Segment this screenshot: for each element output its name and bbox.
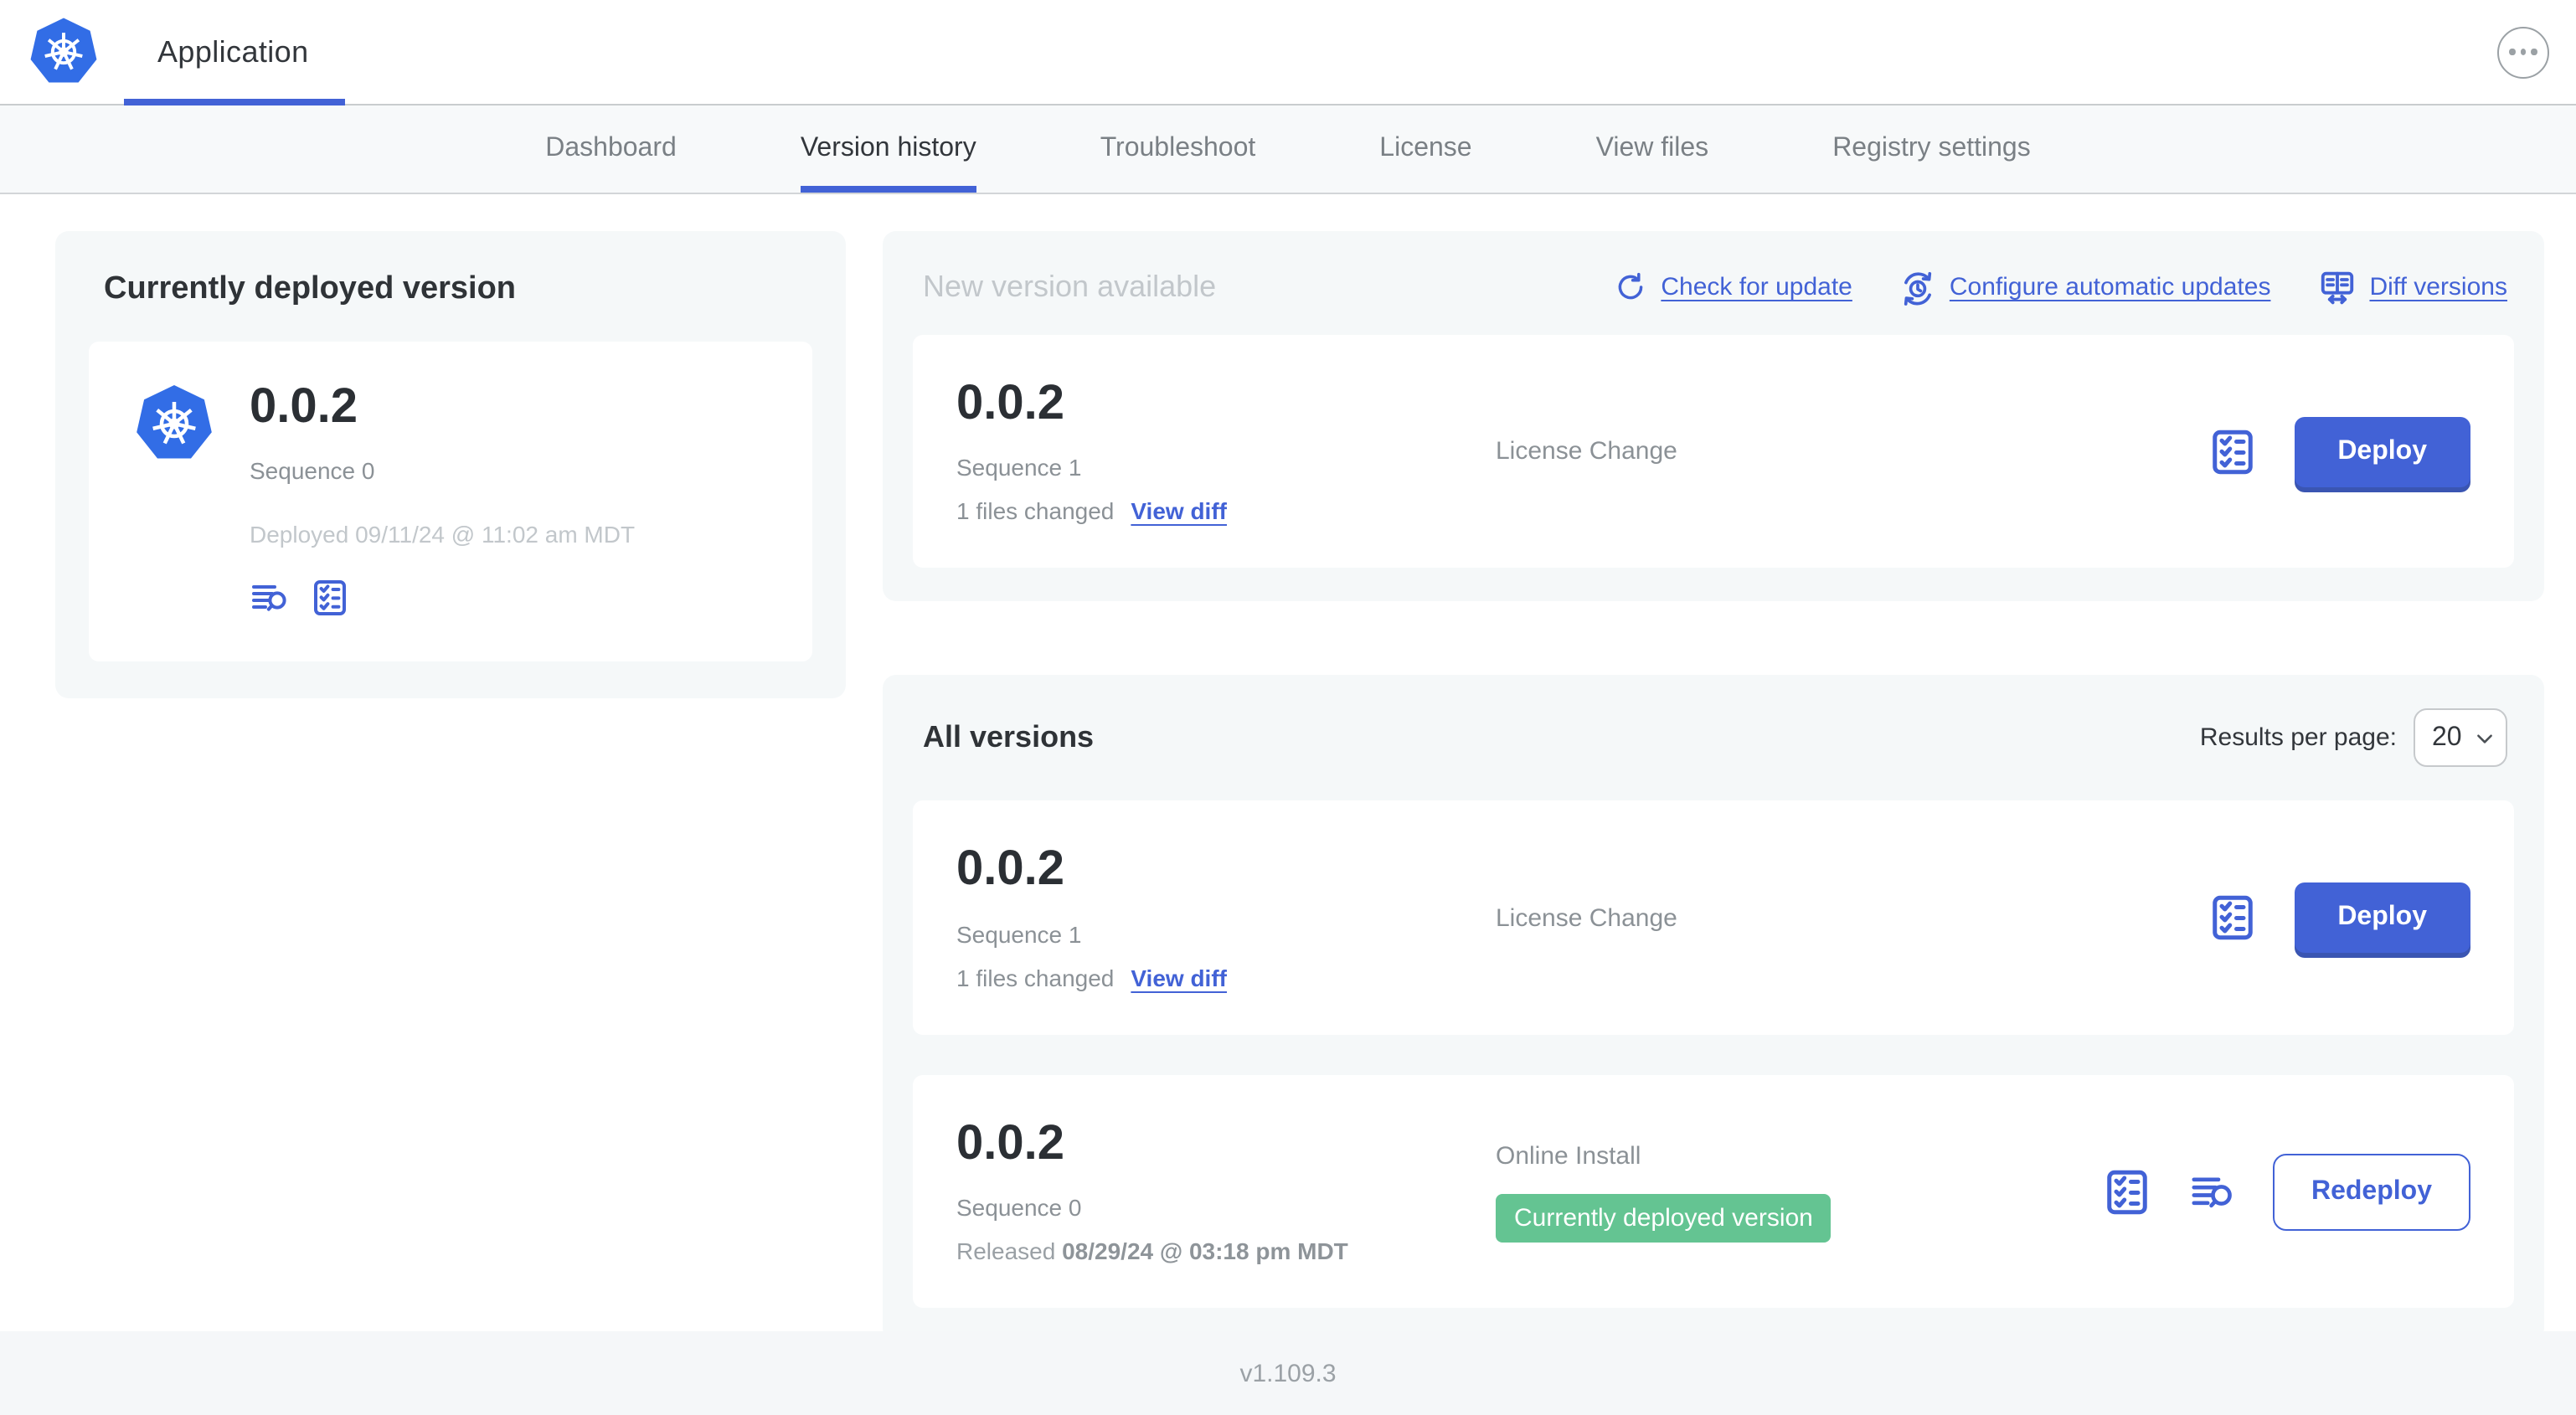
- results-per-page-label: Results per page:: [2199, 723, 2397, 753]
- deploy-button[interactable]: Deploy: [2294, 882, 2470, 954]
- ellipsis-icon: [2509, 48, 2516, 56]
- main-content: Currently deployed version 0.0.2 Sequenc…: [0, 194, 2576, 1342]
- version-row: 0.0.2 Sequence 0 Released 08/29/24 @ 03:…: [913, 1074, 2514, 1309]
- new-version-title: New version available: [923, 270, 1217, 303]
- clock-refresh-icon: [1904, 270, 1932, 305]
- version-sequence: Sequence 1: [956, 454, 1082, 481]
- diff-icon: [2321, 271, 2353, 305]
- tab-view-files[interactable]: View files: [1596, 105, 1709, 193]
- checklist-icon: [314, 580, 346, 616]
- version-number: 0.0.2: [956, 377, 1064, 430]
- logs-icon: [252, 585, 286, 612]
- version-notes: License Change: [1496, 437, 1677, 466]
- currently-deployed-title: Currently deployed version: [104, 271, 517, 306]
- logs-icon: [2192, 1176, 2232, 1207]
- version-number: 0.0.2: [956, 1116, 1064, 1171]
- preflight-checks-button[interactable]: [310, 579, 350, 619]
- checklist-icon: [2107, 1169, 2147, 1214]
- checklist-icon: [2212, 430, 2253, 474]
- tab-license[interactable]: License: [1379, 105, 1471, 193]
- app-title: Application: [157, 34, 309, 68]
- version-notes: Online Install: [1496, 1141, 1641, 1171]
- tab-dashboard[interactable]: Dashboard: [545, 105, 677, 193]
- new-version-row: 0.0.2 Sequence 1 1 files changed View di…: [913, 335, 2514, 569]
- all-versions-title: All versions: [923, 720, 1095, 754]
- version-notes: License Change: [1496, 903, 1677, 933]
- version-sequence: Sequence 1: [956, 920, 1082, 948]
- checklist-icon: [2212, 896, 2253, 940]
- app-nav: Dashboard Version history Troubleshoot L…: [0, 105, 2576, 194]
- kubernetes-app-icon: [137, 385, 212, 459]
- view-logs-button[interactable]: [250, 579, 290, 619]
- app-footer: v1.109.3: [0, 1331, 2576, 1415]
- files-changed-text: 1 files changed: [956, 497, 1115, 525]
- deployed-sequence: Sequence 0: [250, 457, 375, 485]
- deploy-button[interactable]: Deploy: [2294, 416, 2470, 487]
- new-version-panel: New version available Check for update C…: [883, 231, 2544, 602]
- currently-deployed-panel: Currently deployed version 0.0.2 Sequenc…: [55, 231, 846, 699]
- view-diff-link[interactable]: View diff: [1131, 965, 1227, 991]
- currently-deployed-card: 0.0.2 Sequence 0 Deployed 09/11/24 @ 11:…: [89, 342, 812, 662]
- page: Application Dashboard Version history Tr…: [0, 0, 2576, 1415]
- tab-version-history[interactable]: Version history: [800, 105, 976, 193]
- redeploy-button[interactable]: Redeploy: [2272, 1153, 2470, 1231]
- app-header: Application: [0, 0, 2576, 105]
- tab-troubleshoot[interactable]: Troubleshoot: [1100, 105, 1256, 193]
- view-diff-link[interactable]: View diff: [1131, 498, 1227, 525]
- deployed-version-number: 0.0.2: [250, 380, 358, 434]
- released-timestamp: Released 08/29/24 @ 03:18 pm MDT: [956, 1237, 1348, 1265]
- configure-automatic-updates-link[interactable]: Configure automatic updates: [1899, 269, 2270, 306]
- currently-deployed-badge: Currently deployed version: [1496, 1193, 1832, 1243]
- tab-registry-settings[interactable]: Registry settings: [1832, 105, 2031, 193]
- deployed-timestamp: Deployed 09/11/24 @ 11:02 am MDT: [250, 521, 636, 548]
- preflight-checks-button[interactable]: [2207, 893, 2257, 943]
- refresh-icon: [1618, 272, 1642, 300]
- version-number: 0.0.2: [956, 842, 1064, 897]
- files-changed-text: 1 files changed: [956, 964, 1115, 991]
- results-per-page-select[interactable]: 20: [2414, 708, 2507, 768]
- version-sequence: Sequence 0: [956, 1194, 1082, 1222]
- check-for-update-link[interactable]: Check for update: [1612, 270, 1852, 305]
- preflight-checks-button[interactable]: [2102, 1166, 2152, 1217]
- app-title-active-underline: [124, 99, 345, 105]
- all-versions-panel: All versions Results per page: 20 0.0.2 …: [883, 675, 2544, 1342]
- overflow-menu-button[interactable]: [2497, 26, 2549, 78]
- version-row: 0.0.2 Sequence 1 1 files changed View di…: [913, 800, 2514, 1035]
- view-logs-button[interactable]: [2189, 1168, 2236, 1215]
- diff-versions-link[interactable]: Diff versions: [2317, 268, 2507, 306]
- console-version: v1.109.3: [1239, 1359, 1337, 1387]
- kubernetes-logo-icon: [30, 18, 97, 83]
- preflight-checks-button[interactable]: [2207, 426, 2257, 476]
